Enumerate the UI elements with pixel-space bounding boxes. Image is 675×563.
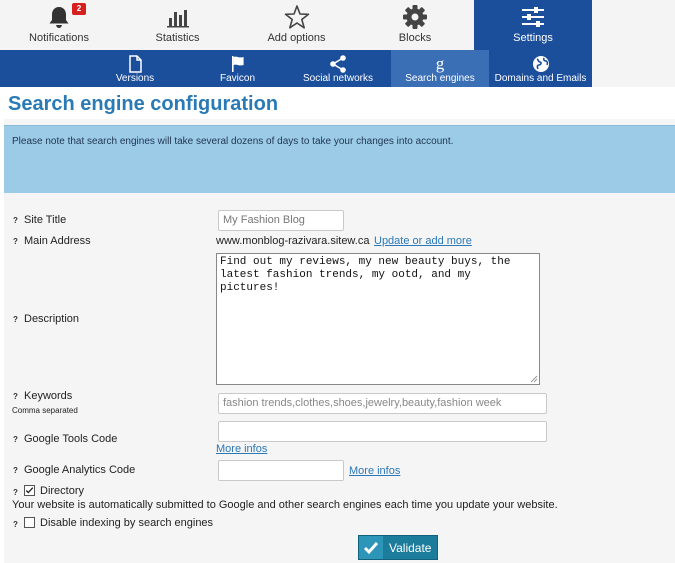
google-tools-more-infos-link[interactable]: More infos	[216, 443, 267, 455]
google-analytics-help-icon[interactable]: ?	[13, 466, 18, 475]
keywords-label: Keywords	[24, 390, 73, 402]
description-help-icon[interactable]: ?	[13, 315, 18, 324]
google-icon: g	[436, 54, 445, 73]
site-title-input[interactable]: My Fashion Blog	[218, 210, 344, 231]
directory-help-icon[interactable]: ?	[13, 488, 18, 497]
settings-subnavigation: Versions Favicon Social networks g Searc…	[0, 50, 592, 87]
google-tools-label: Google Tools Code	[24, 433, 118, 445]
nav-notifications[interactable]: 2 Notifications	[0, 0, 118, 50]
nav-blocks[interactable]: Blocks	[356, 0, 474, 50]
nav-settings[interactable]: Settings	[474, 0, 592, 50]
google-analytics-more-infos-link[interactable]: More infos	[349, 465, 400, 477]
subnav-favicon[interactable]: Favicon	[190, 50, 285, 87]
validate-button[interactable]: Validate	[358, 535, 438, 560]
nav-statistics[interactable]: Statistics	[118, 0, 237, 50]
google-analytics-input[interactable]	[218, 460, 344, 481]
subnav-empty-area	[592, 50, 675, 87]
google-tools-help-icon[interactable]: ?	[13, 435, 18, 444]
flag-icon	[231, 56, 244, 72]
description-textarea[interactable]: Find out my reviews, my new beauty buys,…	[216, 253, 540, 385]
bell-icon	[49, 7, 69, 28]
subnav-domains-emails-label: Domains and Emails	[494, 73, 587, 84]
subnav-favicon-label: Favicon	[219, 73, 255, 84]
nav-add-options-label: Add options	[267, 32, 326, 44]
disable-indexing-checkbox[interactable]	[24, 517, 35, 528]
info-notice: Please note that search engines will tak…	[4, 125, 675, 193]
star-icon	[284, 5, 309, 29]
checkmark-icon	[25, 487, 34, 494]
resize-handle-icon[interactable]	[529, 374, 538, 383]
subnav-social-networks[interactable]: Social networks	[285, 50, 391, 87]
keywords-input[interactable]: fashion trends,clothes,shoes,jewelry,bea…	[218, 393, 547, 414]
nav-notifications-label: Notifications	[29, 32, 89, 44]
check-icon	[359, 536, 383, 559]
directory-note: Your website is automatically submitted …	[12, 499, 558, 511]
main-address-value: www.monblog-razivara.sitew.ca	[216, 235, 370, 247]
nav-add-options[interactable]: Add options	[237, 0, 356, 50]
disable-indexing-help-icon[interactable]: ?	[13, 520, 18, 529]
keywords-help-icon[interactable]: ?	[13, 392, 18, 401]
subnav-search-engines[interactable]: g Search engines	[391, 50, 489, 87]
directory-checkbox[interactable]	[24, 485, 35, 496]
subnav-search-engines-label: Search engines	[405, 73, 475, 84]
info-notice-text: Please note that search engines will tak…	[12, 136, 454, 147]
site-title-label: Site Title	[24, 214, 67, 226]
main-address-label: Main Address	[24, 235, 91, 247]
bar-chart-icon	[166, 10, 189, 28]
document-icon	[129, 55, 142, 73]
page-title: Search engine configuration	[8, 93, 279, 115]
subnav-versions-label: Versions	[115, 73, 155, 84]
description-label: Description	[24, 313, 80, 325]
update-address-link[interactable]: Update or add more	[374, 235, 472, 247]
share-icon	[330, 55, 346, 73]
google-analytics-label: Google Analytics Code	[24, 464, 136, 476]
keywords-hint: Comma separated	[12, 406, 78, 415]
disable-indexing-label: Disable indexing by search engines	[40, 517, 214, 529]
notification-badge: 2	[72, 3, 86, 15]
top-navigation: 2 Notifications Statistics Add options B…	[0, 0, 675, 50]
google-tools-input[interactable]	[218, 421, 547, 442]
directory-label: Directory	[40, 485, 85, 497]
subnav-domains-emails[interactable]: Domains and Emails	[489, 50, 592, 87]
nav-statistics-label: Statistics	[155, 32, 200, 44]
site-title-help-icon[interactable]: ?	[13, 216, 18, 225]
nav-blocks-label: Blocks	[398, 32, 432, 44]
nav-settings-label: Settings	[513, 32, 553, 44]
validate-button-label: Validate	[389, 541, 432, 555]
svg-text:g: g	[436, 54, 445, 73]
gear-icon	[403, 5, 427, 29]
subnav-versions[interactable]: Versions	[80, 50, 190, 87]
globe-icon	[532, 56, 549, 72]
subnav-social-networks-label: Social networks	[302, 73, 374, 84]
sliders-icon	[522, 7, 544, 27]
main-address-help-icon[interactable]: ?	[13, 237, 18, 246]
